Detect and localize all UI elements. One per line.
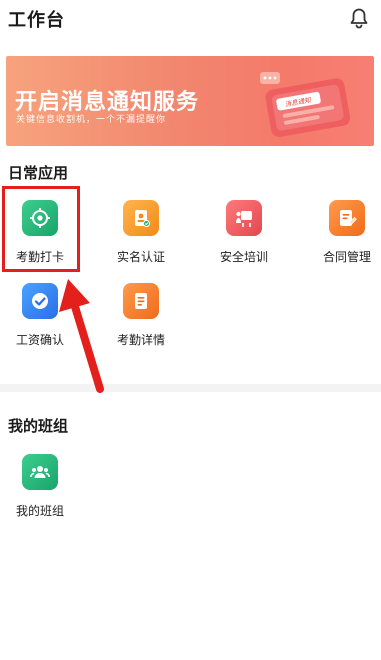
app-label: 我的班组 bbox=[15, 504, 64, 518]
app-label: 安全培训 bbox=[219, 250, 268, 264]
app-salary-confirmation[interactable]: 工资确认 bbox=[4, 283, 76, 359]
highlight-box bbox=[2, 186, 80, 272]
section-title-daily-apps: 日常应用 bbox=[8, 164, 69, 182]
app-label: 考勤详情 bbox=[116, 333, 165, 347]
training-board-icon bbox=[226, 200, 262, 236]
id-badge-icon bbox=[123, 200, 159, 236]
page-title: 工作台 bbox=[8, 10, 65, 31]
app-label: 工资确认 bbox=[15, 333, 64, 347]
document-list-icon bbox=[123, 283, 159, 319]
phone-illustration-icon: 消息通知 bbox=[260, 72, 351, 137]
app-contract-management[interactable]: 合同管理 bbox=[311, 200, 381, 276]
app-label: 合同管理 bbox=[322, 250, 371, 264]
app-label: 实名认证 bbox=[116, 250, 165, 264]
bell-icon[interactable] bbox=[347, 7, 371, 31]
banner-subtitle: 关键信息收割机，一个不漏提醒你 bbox=[16, 115, 167, 125]
app-safety-training[interactable]: 安全培训 bbox=[208, 200, 280, 276]
section-title-my-team: 我的班组 bbox=[8, 417, 69, 435]
notification-banner[interactable]: 开启消息通知服务 关键信息收割机，一个不漏提醒你 消息通知 bbox=[6, 56, 374, 146]
app-real-name-verification[interactable]: 实名认证 bbox=[105, 200, 177, 276]
section-divider bbox=[0, 384, 381, 392]
app-attendance-details[interactable]: 考勤详情 bbox=[105, 283, 177, 359]
group-icon bbox=[22, 454, 58, 490]
top-bar: 工作台 bbox=[0, 0, 381, 42]
check-shield-icon bbox=[22, 283, 58, 319]
app-my-team[interactable]: 我的班组 bbox=[4, 454, 76, 530]
contract-edit-icon bbox=[329, 200, 365, 236]
